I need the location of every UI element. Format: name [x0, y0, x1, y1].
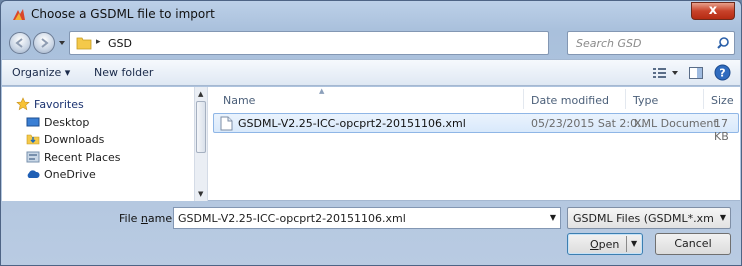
open-button-label: Open [590, 238, 620, 251]
file-row[interactable]: GSDML-V2.25-ICC-opcprt2-20151106.xml 05/… [213, 113, 739, 143]
search-icon[interactable] [716, 36, 730, 50]
column-divider[interactable] [523, 89, 524, 109]
file-name: GSDML-V2.25-ICC-opcprt2-20151106.xml [238, 117, 466, 130]
file-size: 17 KB [714, 117, 729, 143]
folder-icon [76, 37, 92, 50]
search-box[interactable]: Search GSD [567, 31, 735, 55]
nav-recent-places-label: Recent Places [44, 150, 121, 164]
cancel-button[interactable]: Cancel [655, 233, 731, 255]
forward-button[interactable] [33, 32, 55, 54]
help-icon[interactable]: ? [714, 64, 731, 81]
column-header-size[interactable]: Size [711, 94, 734, 107]
file-type-filter-value: GSDML Files (GSDML*.xml;GSD [573, 212, 713, 225]
star-icon [16, 97, 30, 111]
organize-menu[interactable]: Organize ▾ [12, 66, 70, 79]
sort-indicator-icon: ▲ [319, 87, 325, 95]
file-type: XML Document [634, 117, 718, 130]
cloud-icon [27, 170, 40, 178]
address-row: ▸ GSD Search GSD [9, 31, 735, 55]
title-bar: Choose a GSDML file to import x [1, 1, 741, 27]
scroll-up-icon[interactable]: ▲ [198, 90, 203, 98]
breadcrumb-gsd[interactable]: GSD [108, 37, 132, 50]
forward-arrow-icon [41, 38, 49, 48]
column-divider[interactable] [625, 89, 626, 109]
close-button[interactable]: x [691, 2, 735, 20]
column-divider[interactable] [703, 89, 704, 109]
window-title: Choose a GSDML file to import [31, 7, 215, 21]
file-type-filter[interactable]: GSDML Files (GSDML*.xml;GSD ▼ [567, 207, 731, 229]
file-list: ▲ Name Date modified Type Size GSDML-V2.… [209, 87, 740, 201]
nav-downloads-label: Downloads [44, 132, 105, 146]
downloads-icon [26, 134, 40, 145]
file-name-input[interactable]: GSDML-V2.25-ICC-opcprt2-20151106.xml ▼ [173, 207, 561, 229]
open-button[interactable]: Open ▼ [567, 233, 643, 255]
split-divider [626, 236, 627, 252]
recent-pages-dropdown-icon[interactable] [57, 38, 67, 48]
desktop-icon [26, 117, 40, 127]
new-folder-button[interactable]: New folder [94, 66, 153, 79]
nav-scrollbar[interactable]: ▲ ▼ [194, 87, 208, 201]
column-header-name[interactable]: Name [223, 94, 255, 107]
command-bar: Organize ▾ New folder ? [2, 59, 740, 86]
search-placeholder: Search GSD [576, 37, 642, 50]
nav-recent-places[interactable]: Recent Places [26, 149, 121, 165]
file-date: 05/23/2015 Sat 2:0... [531, 117, 648, 130]
preview-pane-icon[interactable] [688, 65, 704, 81]
address-bar[interactable]: ▸ GSD [69, 31, 621, 55]
svg-text:?: ? [719, 67, 725, 80]
open-dropdown-icon[interactable]: ▼ [631, 239, 637, 248]
column-header-date[interactable]: Date modified [531, 94, 609, 107]
navigation-pane: Favorites Desktop Downloads Recent Place… [2, 87, 194, 201]
nav-downloads[interactable]: Downloads [26, 131, 104, 147]
breadcrumb-separator-icon[interactable]: ▸ [96, 37, 101, 47]
file-name-label: File name: [119, 212, 176, 225]
file-name-value: GSDML-V2.25-ICC-opcprt2-20151106.xml [178, 212, 406, 225]
nav-favorites-label: Favorites [34, 97, 84, 111]
app-icon [13, 9, 25, 20]
back-arrow-icon [15, 38, 23, 48]
nav-desktop[interactable]: Desktop [26, 114, 89, 130]
xml-file-icon [220, 116, 233, 131]
filter-dropdown-icon[interactable]: ▼ [720, 213, 726, 222]
nav-onedrive[interactable]: OneDrive [26, 166, 96, 182]
scroll-thumb[interactable] [196, 101, 206, 153]
recent-places-icon [26, 151, 40, 163]
back-button[interactable] [9, 32, 31, 54]
file-name-dropdown-icon[interactable]: ▼ [550, 213, 556, 222]
file-open-dialog: Choose a GSDML file to import x ▸ GSD Se… [0, 0, 742, 266]
column-header-type[interactable]: Type [633, 94, 658, 107]
scroll-down-icon[interactable]: ▼ [198, 190, 203, 198]
nav-favorites[interactable]: Favorites [16, 96, 84, 112]
browser-area: Favorites Desktop Downloads Recent Place… [2, 87, 740, 201]
nav-desktop-label: Desktop [44, 115, 90, 129]
nav-onedrive-label: OneDrive [44, 167, 96, 181]
change-view-icon[interactable] [650, 65, 684, 81]
